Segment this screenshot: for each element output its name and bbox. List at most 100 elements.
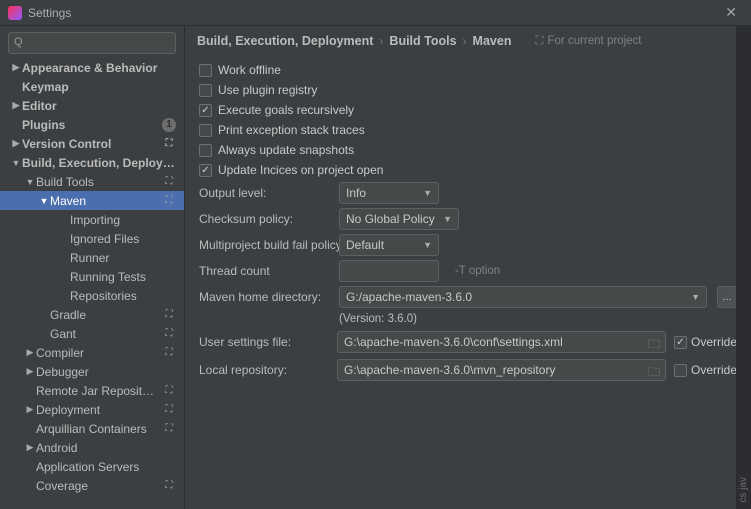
sidebar-item-editor[interactable]: ▶Editor [0, 96, 184, 115]
sidebar-item-running-tests[interactable]: Running Tests [0, 267, 184, 286]
sidebar: Q ▶Appearance & BehaviorKeymap▶EditorPlu… [0, 26, 185, 509]
sidebar-item-version-control[interactable]: ▶Version Control⛶ [0, 134, 184, 153]
work-offline-checkbox[interactable] [199, 64, 212, 77]
output-level-select[interactable]: Info▼ [339, 182, 439, 204]
scope-label: ⛶ For current project [535, 35, 641, 48]
print-stack-label: Print exception stack traces [218, 123, 365, 137]
sidebar-item-label: Compiler [36, 346, 158, 360]
sidebar-item-ignored-files[interactable]: Ignored Files [0, 229, 184, 248]
tree-arrow-icon: ▼ [38, 196, 50, 206]
sidebar-item-maven[interactable]: ▼Maven ⛶ [0, 191, 184, 210]
tree-arrow-icon: ▶ [10, 100, 22, 111]
chevron-down-icon: ▼ [443, 214, 452, 224]
user-settings-override-checkbox[interactable] [674, 336, 687, 349]
sidebar-item-arquillian-containers[interactable]: Arquillian Containers⛶ [0, 419, 184, 438]
project-scope-icon: ⛶ [162, 422, 176, 436]
sidebar-item-label: Appearance & Behavior [22, 61, 176, 75]
main-panel: Build, Execution, Deployment › Build Too… [185, 26, 751, 509]
tree-arrow-icon: ▼ [10, 158, 22, 168]
sidebar-item-repositories[interactable]: Repositories [0, 286, 184, 305]
project-scope-icon: ⛶ [162, 175, 176, 189]
sidebar-item-label: Version Control [22, 137, 158, 151]
breadcrumb: Build, Execution, Deployment › Build Too… [185, 26, 751, 56]
sidebar-item-label: Android [36, 441, 176, 455]
close-icon[interactable]: ✕ [719, 2, 743, 23]
sidebar-item-debugger[interactable]: ▶Debugger [0, 362, 184, 381]
project-scope-icon: ⛶ [162, 327, 176, 341]
sidebar-item-runner[interactable]: Runner [0, 248, 184, 267]
thread-count-input[interactable] [339, 260, 439, 282]
crumb-build[interactable]: Build, Execution, Deployment [197, 34, 373, 48]
use-plugin-checkbox[interactable] [199, 84, 212, 97]
chevron-down-icon: ▼ [423, 188, 432, 198]
sidebar-item-label: Coverage [36, 479, 158, 493]
sidebar-item-deployment[interactable]: ▶Deployment⛶ [0, 400, 184, 419]
window-title: Settings [28, 6, 71, 20]
work-offline-label: Work offline [218, 63, 281, 77]
badge-count: 1 [162, 118, 176, 132]
sidebar-item-appearance-behavior[interactable]: ▶Appearance & Behavior [0, 58, 184, 77]
sidebar-item-label: Editor [22, 99, 176, 113]
sidebar-item-label: Repositories [70, 289, 176, 303]
sidebar-item-label: Application Servers [36, 460, 176, 474]
maven-version-note: (Version: 3.6.0) [339, 313, 417, 325]
output-level-label: Output level: [199, 186, 329, 200]
sidebar-item-label: Keymap [22, 80, 176, 94]
sidebar-item-build-tools[interactable]: ▼Build Tools⛶ [0, 172, 184, 191]
sidebar-item-build-execution-deployment[interactable]: ▼Build, Execution, Deployment [0, 153, 184, 172]
local-repo-input[interactable]: G:\apache-maven-3.6.0\mvn_repository🗀 [337, 359, 666, 381]
checksum-select[interactable]: No Global Policy▼ [339, 208, 459, 230]
sidebar-item-plugins[interactable]: Plugins1 [0, 115, 184, 134]
sidebar-item-label: Remote Jar Repositories [36, 384, 158, 398]
maven-home-label: Maven home directory: [199, 290, 329, 304]
sidebar-item-label: Maven [50, 194, 158, 208]
sidebar-item-label: Debugger [36, 365, 176, 379]
update-indices-checkbox[interactable] [199, 164, 212, 177]
chevron-right-icon: › [463, 34, 467, 48]
app-icon [8, 6, 22, 20]
sidebar-item-label: Deployment [36, 403, 158, 417]
exec-goals-checkbox[interactable] [199, 104, 212, 117]
sidebar-item-remote-jar-repositories[interactable]: Remote Jar Repositories ⛶ [0, 381, 184, 400]
tree-arrow-icon: ▶ [24, 366, 36, 377]
sidebar-item-label: Runner [70, 251, 176, 265]
sidebar-item-compiler[interactable]: ▶Compiler⛶ [0, 343, 184, 362]
sidebar-item-importing[interactable]: Importing [0, 210, 184, 229]
project-scope-icon: ⛶ [162, 308, 176, 322]
sidebar-item-keymap[interactable]: Keymap [0, 77, 184, 96]
use-plugin-label: Use plugin registry [218, 83, 317, 97]
user-settings-input[interactable]: G:\apache-maven-3.6.0\conf\settings.xml🗀 [337, 331, 666, 353]
chevron-down-icon: ▼ [691, 292, 700, 302]
maven-home-select[interactable]: G:/apache-maven-3.6.0▼ [339, 286, 707, 308]
print-stack-checkbox[interactable] [199, 124, 212, 137]
project-icon: ⛶ [535, 35, 543, 48]
tree-arrow-icon: ▶ [24, 404, 36, 415]
folder-icon[interactable]: 🗀 [648, 363, 660, 384]
sidebar-item-label: Importing [70, 213, 176, 227]
crumb-maven[interactable]: Maven [473, 34, 512, 48]
project-scope-icon: ⛶ [162, 346, 176, 360]
sidebar-item-label: Running Tests [70, 270, 176, 284]
project-scope-icon: ⛶ [162, 194, 176, 208]
always-update-checkbox[interactable] [199, 144, 212, 157]
crumb-tools[interactable]: Build Tools [389, 34, 456, 48]
checksum-label: Checksum policy: [199, 212, 329, 226]
local-repo-override-checkbox[interactable] [674, 364, 687, 377]
tree-arrow-icon: ▶ [24, 442, 36, 453]
search-input[interactable] [8, 32, 176, 54]
multiproject-select[interactable]: Default▼ [339, 234, 439, 256]
sidebar-item-gradle[interactable]: Gradle⛶ [0, 305, 184, 324]
sidebar-item-gant[interactable]: Gant⛶ [0, 324, 184, 343]
user-settings-override-label: Override [691, 335, 737, 349]
sidebar-item-application-servers[interactable]: Application Servers [0, 457, 184, 476]
sidebar-item-coverage[interactable]: Coverage⛶ [0, 476, 184, 495]
user-settings-label: User settings file: [199, 335, 329, 349]
folder-icon[interactable]: 🗀 [648, 335, 660, 356]
local-repo-override-label: Override [691, 363, 737, 377]
maven-home-browse-button[interactable]: … [717, 286, 737, 308]
sidebar-item-android[interactable]: ▶Android [0, 438, 184, 457]
exec-goals-label: Execute goals recursively [218, 103, 354, 117]
settings-window: Settings ✕ Q ▶Appearance & BehaviorKeyma… [0, 0, 751, 509]
project-scope-icon: ⛶ [162, 384, 176, 398]
tree-arrow-icon: ▼ [24, 177, 36, 187]
